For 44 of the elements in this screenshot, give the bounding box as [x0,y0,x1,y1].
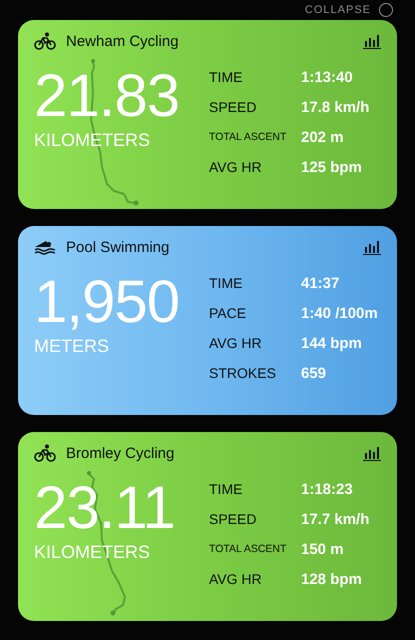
stat-label: TOTAL ASCENT [209,130,288,145]
stat-value: 1:40 /100m [301,304,378,323]
stat-label: STROKES [209,364,277,383]
collapse-label[interactable]: COLLAPSE [304,4,371,16]
stat-label: AVG HR [209,158,263,177]
bar-chart-icon[interactable] [363,239,381,255]
stat-value: 17.8 km/h [301,98,370,117]
stat-label: SPEED [209,98,258,117]
workout-title: Bromley Cycling [66,444,176,462]
stat-value: 17.7 km/h [301,510,370,529]
distance-value: 23.11 [34,476,176,540]
stat-value: 144 bpm [301,334,363,353]
bar-chart-icon[interactable] [363,33,381,49]
stat-label: SPEED [209,510,258,529]
stat-label: TIME [209,480,244,499]
distance-unit: KILOMETERS [34,130,152,151]
workout-card[interactable]: Pool Swimming 1,950 METERS TIME 41:37 PACE 1:40 /100m AVG HR 144 bpm STROKES 659 [18,226,397,415]
workout-title: Pool Swimming [66,238,170,256]
stat-value: 150 m [301,540,345,559]
cyclist-icon [34,32,56,50]
stat-value: 125 bpm [301,158,363,177]
stat-value: 41:37 [301,274,340,293]
stat-label: TOTAL ASCENT [209,542,288,557]
stat-label: AVG HR [209,570,263,589]
bar-chart-icon[interactable] [363,445,381,461]
workout-card[interactable]: Newham Cycling 21.83 KILOMETERS TIME 1:13:40 SPEED 17.8 km/h TOTAL ASCENT 202 m AVG HR 125 bpm [18,20,397,209]
stat-label: PACE [209,304,248,323]
stat-value: 128 bpm [301,570,363,589]
stat-label: AVG HR [209,334,263,353]
stat-value: 202 m [301,128,345,147]
stat-label: TIME [209,274,244,293]
distance-value: 1,950 [34,270,180,334]
distance-value: 21.83 [34,64,180,128]
swimmer-icon [34,239,56,255]
distance-unit: KILOMETERS [34,542,152,563]
stat-value: 1:13:40 [301,68,354,87]
stat-value: 659 [301,364,328,383]
stat-value: 1:18:23 [301,480,354,499]
cyclist-icon [34,444,56,462]
workout-title: Newham Cycling [66,32,180,50]
stat-label: TIME [209,68,244,87]
collapse-icon[interactable] [379,3,393,17]
distance-unit: METERS [34,336,110,357]
workout-card[interactable]: Bromley Cycling 23.11 KILOMETERS TIME 1:18:23 SPEED 17.7 km/h TOTAL ASCENT 150 m AVG HR 128 bpm [18,432,397,621]
